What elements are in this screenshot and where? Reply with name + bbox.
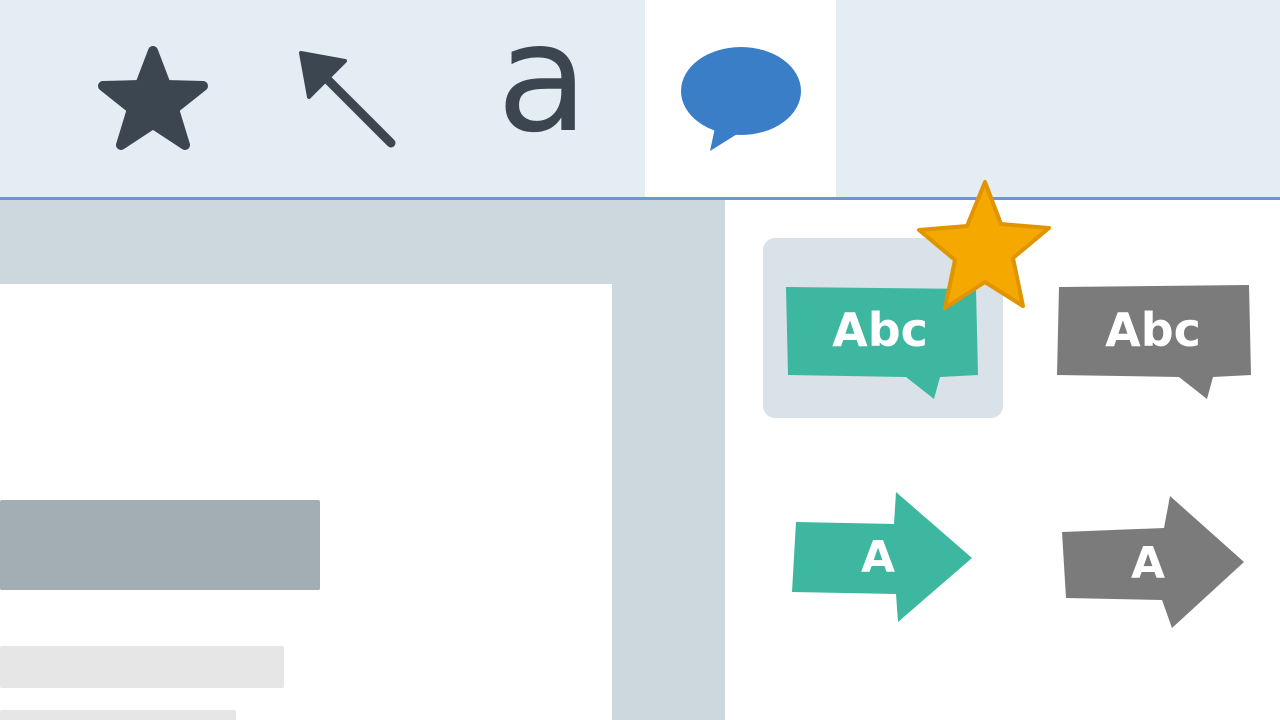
speech-bubble-tool-button[interactable] xyxy=(645,0,836,197)
canvas-area[interactable] xyxy=(0,200,725,720)
sticker-gray-speech-bubble[interactable]: Abc xyxy=(1055,283,1251,399)
sticker-label: A xyxy=(860,532,896,583)
text-tool-button[interactable]: a xyxy=(470,0,615,197)
star-icon xyxy=(97,45,208,150)
toolbar: a xyxy=(0,0,1280,197)
speech-bubble-icon xyxy=(680,46,801,151)
text-line-placeholder[interactable] xyxy=(0,710,236,720)
sticker-label: Abc xyxy=(832,303,928,357)
sticker-gray-arrow-tag[interactable]: A xyxy=(1058,494,1244,628)
sticker-teal-speech-bubble[interactable]: Abc xyxy=(782,283,978,399)
arrow-tool-button[interactable] xyxy=(270,0,415,197)
slide-page[interactable] xyxy=(0,284,612,720)
title-placeholder[interactable] xyxy=(0,500,320,590)
text-tool-icon: a xyxy=(496,0,589,166)
star-tool-button[interactable] xyxy=(80,0,225,197)
sticker-label: Abc xyxy=(1105,303,1201,357)
text-line-placeholder[interactable] xyxy=(0,646,284,688)
arrow-cursor-icon xyxy=(298,50,395,147)
sticker-teal-arrow-tag[interactable]: A xyxy=(788,490,974,624)
sticker-label: A xyxy=(1130,538,1166,589)
